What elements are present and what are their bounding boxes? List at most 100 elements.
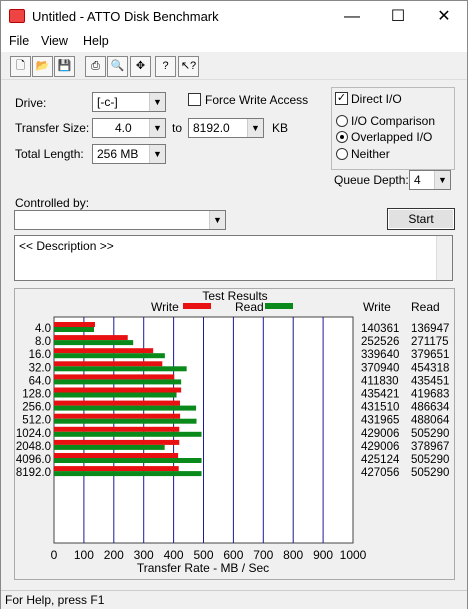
write-legend-swatch (183, 303, 211, 309)
new-icon[interactable]: 🗋 (10, 56, 31, 77)
overlapped-io-radio[interactable] (336, 131, 348, 143)
write-value: 431965 (361, 415, 399, 427)
read-value: 435451 (411, 375, 449, 387)
chevron-down-icon: ▼ (209, 211, 225, 229)
write-value: 431510 (361, 402, 399, 414)
move-icon[interactable]: ✥ (130, 56, 151, 77)
description-box[interactable]: << Description >> (14, 235, 453, 281)
transfer-to-value: 8192.0 (193, 121, 230, 135)
x-tick-label: 600 (223, 548, 243, 562)
minimize-button[interactable]: — (329, 1, 375, 32)
read-legend-label: Read (235, 300, 264, 314)
queue-depth-select[interactable]: 4 ▼ (409, 170, 451, 190)
results-chart: Test Results Write Read Write Read 4.0 14… (16, 289, 450, 575)
force-write-checkbox[interactable] (188, 93, 201, 106)
maximize-button[interactable]: ☐ (375, 1, 421, 32)
write-legend-label: Write (151, 300, 179, 314)
write-bar (54, 426, 180, 432)
write-value: 411830 (361, 375, 399, 387)
status-text: For Help, press F1 (5, 593, 105, 607)
read-column-header: Read (411, 300, 440, 314)
category-label: 1024.0 (16, 428, 51, 440)
test-results-group: Test Results Write Read Write Read 4.0 14… (14, 288, 455, 580)
category-label: 256.0 (22, 402, 51, 414)
read-value: 378967 (411, 441, 449, 453)
write-value: 425124 (361, 454, 400, 466)
print-icon[interactable]: ⎙ (85, 56, 106, 77)
write-value: 429006 (361, 428, 399, 440)
context-help-icon[interactable]: ↖? (178, 56, 199, 77)
chevron-down-icon: ▼ (149, 93, 165, 111)
read-value: 454318 (411, 362, 449, 374)
print-preview-icon[interactable]: 🔍 (107, 56, 128, 77)
write-value: 140361 (361, 323, 399, 335)
read-bar (54, 340, 134, 346)
x-tick-label: 700 (253, 548, 273, 562)
write-bar (54, 439, 180, 445)
read-bar (54, 444, 165, 450)
chevron-down-icon: ▼ (247, 119, 263, 137)
category-label: 16.0 (29, 349, 51, 361)
io-comparison-radio[interactable] (336, 115, 348, 127)
close-button[interactable]: ✕ (421, 1, 467, 32)
transfer-from-value: 4.0 (115, 121, 132, 135)
controlled-by-select[interactable]: ▼ (14, 210, 226, 230)
category-label: 512.0 (22, 415, 51, 427)
direct-io-label: Direct I/O (351, 92, 402, 106)
read-bar (54, 471, 202, 477)
write-bar (54, 322, 95, 327)
menu-help[interactable]: Help (83, 34, 109, 48)
status-bar: For Help, press F1 (1, 590, 467, 609)
io-comparison-label: I/O Comparison (351, 114, 436, 128)
category-label: 4.0 (35, 323, 51, 335)
direct-io-checkbox[interactable]: ✓ (335, 92, 348, 105)
write-bar (54, 387, 182, 393)
write-bar (54, 335, 128, 341)
kb-label: KB (272, 121, 289, 135)
toolbar: 🗋 📂 💾 ⎙ 🔍 ✥ ? ↖? (1, 52, 467, 80)
neither-radio[interactable] (336, 148, 348, 160)
start-button[interactable]: Start (387, 208, 455, 230)
transfer-size-label: Transfer Size: (15, 121, 90, 135)
read-bar (54, 431, 202, 437)
x-tick-label: 300 (134, 548, 154, 562)
write-value: 427056 (361, 467, 399, 479)
menu-file[interactable]: File (9, 34, 29, 48)
category-label: 8192.0 (16, 467, 51, 479)
save-icon[interactable]: 💾 (54, 56, 75, 77)
write-bar (54, 374, 175, 380)
open-icon[interactable]: 📂 (32, 56, 53, 77)
write-value: 435421 (361, 389, 399, 401)
write-column-header: Write (363, 300, 391, 314)
menu-view[interactable]: View (41, 34, 68, 48)
help-icon[interactable]: ? (155, 56, 176, 77)
to-label: to (172, 121, 183, 135)
read-value: 486634 (411, 402, 450, 414)
category-label: 4096.0 (16, 454, 51, 466)
description-scrollbar[interactable] (436, 236, 452, 280)
chevron-down-icon: ▼ (149, 145, 165, 163)
transfer-to-select[interactable]: 8192.0 ▼ (188, 118, 264, 138)
total-length-value: 256 MB (97, 147, 139, 161)
x-tick-label: 900 (313, 548, 333, 562)
force-write-label: Force Write Access (205, 93, 309, 107)
x-axis-label: Transfer Rate - MB / Sec (137, 561, 269, 575)
category-label: 8.0 (35, 336, 51, 348)
write-value: 339640 (361, 349, 399, 361)
x-tick-label: 400 (164, 548, 184, 562)
write-value: 252526 (361, 336, 399, 348)
read-legend-swatch (265, 303, 293, 309)
read-bar (54, 418, 197, 424)
write-bar (54, 400, 180, 406)
read-bar (54, 405, 197, 411)
transfer-from-select[interactable]: 4.0 ▼ (92, 118, 166, 138)
drive-label: Drive: (15, 96, 47, 110)
drive-select[interactable]: [-c-] ▼ (92, 92, 166, 112)
category-label: 64.0 (29, 375, 51, 387)
write-bar (54, 466, 179, 472)
x-tick-label: 500 (193, 548, 213, 562)
chevron-down-icon: ▼ (434, 171, 450, 189)
read-bar (54, 379, 182, 385)
description-text: << Description >> (19, 239, 114, 253)
total-length-select[interactable]: 256 MB ▼ (92, 144, 166, 164)
